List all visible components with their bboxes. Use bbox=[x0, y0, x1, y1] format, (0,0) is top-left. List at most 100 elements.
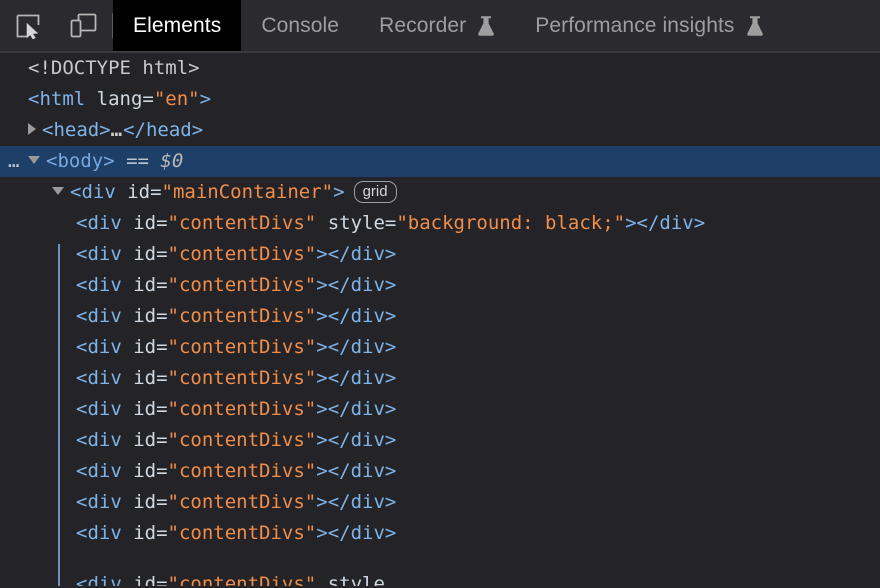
dom-attr-value[interactable]: "contentDivs" bbox=[168, 212, 317, 234]
dom-tag-open: <div bbox=[76, 429, 134, 451]
dom-tag-close: ></div> bbox=[316, 398, 397, 420]
flask-icon bbox=[746, 15, 764, 37]
tab-elements[interactable]: Elements bbox=[113, 0, 242, 51]
dom-tag-close: ></div> bbox=[316, 243, 397, 265]
dom-attr-value[interactable]: "contentDivs" bbox=[168, 573, 317, 586]
dom-attr-value[interactable]: "contentDivs" bbox=[168, 522, 317, 544]
dom-tag-close: </head> bbox=[123, 119, 204, 141]
dom-tag-close: ></div> bbox=[316, 491, 397, 513]
device-toolbar-button[interactable] bbox=[56, 0, 112, 51]
dom-tag-open: <div bbox=[76, 398, 134, 420]
dom-attr-value[interactable]: "contentDivs" bbox=[168, 243, 317, 265]
flask-icon bbox=[477, 15, 495, 37]
dom-attr-value[interactable]: "contentDivs" bbox=[168, 429, 317, 451]
dom-tag-open: <div bbox=[76, 460, 134, 482]
dom-node-row[interactable]: <div id="contentDivs"></div> bbox=[0, 239, 880, 270]
collapse-triangle-icon[interactable] bbox=[52, 186, 64, 195]
dom-attr-name: lang= bbox=[96, 88, 154, 110]
dom-tag-close: ></div> bbox=[316, 305, 397, 327]
dom-tag-close: ></div> bbox=[625, 212, 706, 234]
dom-node-row[interactable]: <div id="contentDivs"></div> bbox=[0, 270, 880, 301]
dom-tag-body: <body> bbox=[46, 150, 115, 172]
dom-node-row[interactable]: <html lang="en"> bbox=[0, 84, 880, 115]
dom-attr-name: id= bbox=[133, 274, 168, 296]
dom-node-row-selected[interactable]: … <body> == $0 bbox=[0, 146, 880, 177]
node-overflow-menu-icon[interactable]: … bbox=[8, 146, 20, 177]
collapse-triangle-icon[interactable] bbox=[28, 155, 40, 164]
dom-node-row[interactable]: <div id="contentDivs"></div> bbox=[0, 301, 880, 332]
dom-attr-value[interactable]: "contentDivs" bbox=[168, 460, 317, 482]
dom-attr-name: id= bbox=[133, 491, 168, 513]
dom-node-row[interactable]: <div id="contentDivs"></div> bbox=[0, 363, 880, 394]
dom-tag-open: <div bbox=[76, 274, 134, 296]
dom-attr-value[interactable]: "contentDivs" bbox=[168, 305, 317, 327]
dom-node-row[interactable]: <head>…</head> bbox=[0, 115, 880, 146]
tab-elements-label: Elements bbox=[133, 13, 222, 37]
dom-node-row[interactable]: <div id="mainContainer"> grid bbox=[0, 177, 880, 208]
dom-node-row[interactable]: <div id="contentDivs" style bbox=[0, 569, 880, 586]
tab-recorder[interactable]: Recorder bbox=[359, 0, 515, 51]
dom-attr-name: id= bbox=[133, 429, 168, 451]
dom-tag-close: > bbox=[199, 88, 212, 110]
dom-node-row[interactable]: <div id="contentDivs"></div> bbox=[0, 332, 880, 363]
expand-triangle-icon[interactable] bbox=[28, 122, 36, 135]
dom-attr-value[interactable]: "en" bbox=[154, 88, 200, 110]
tab-performance-insights-label: Performance insights bbox=[535, 13, 735, 37]
devtools-toolbar: Elements Console Recorder Performance in… bbox=[0, 0, 880, 53]
dom-tag-open: <div bbox=[76, 212, 134, 234]
dom-tag-close: > bbox=[333, 181, 345, 203]
dom-attr-name: id= bbox=[133, 460, 168, 482]
dom-attr-value[interactable]: "mainContainer" bbox=[162, 181, 334, 203]
dom-tag-open: <head> bbox=[42, 119, 111, 141]
inspect-element-icon bbox=[16, 14, 40, 39]
dom-node-row[interactable]: <div id="contentDivs" style="background:… bbox=[0, 208, 880, 239]
dom-attr-name: id= bbox=[133, 367, 168, 389]
dom-tag-close: ></div> bbox=[316, 274, 397, 296]
dom-attr-value[interactable]: "contentDivs" bbox=[168, 398, 317, 420]
dom-attr-value[interactable]: "contentDivs" bbox=[168, 367, 317, 389]
dom-tag-open: <div bbox=[76, 522, 134, 544]
dom-tag-open: <div bbox=[76, 243, 134, 265]
grid-badge[interactable]: grid bbox=[353, 180, 397, 203]
dom-attr-value-style[interactable]: "background: black;" bbox=[396, 212, 625, 234]
dom-attr-name: id= bbox=[127, 181, 162, 203]
dom-attr-name-style: style bbox=[316, 573, 385, 586]
device-toolbar-icon bbox=[70, 13, 97, 37]
clipped-row-container: <div id="contentDivs" style bbox=[0, 569, 880, 586]
dom-attr-name: id= bbox=[133, 573, 168, 586]
dom-node-row[interactable]: <div id="contentDivs"></div> bbox=[0, 394, 880, 425]
dom-tag-open: <div bbox=[70, 181, 128, 203]
dom-attr-name: id= bbox=[133, 522, 168, 544]
dom-tag-close: ></div> bbox=[316, 429, 397, 451]
tab-performance-insights[interactable]: Performance insights bbox=[515, 0, 783, 51]
dom-tag-close: ></div> bbox=[316, 367, 397, 389]
dom-tag-close: ></div> bbox=[316, 522, 397, 544]
dom-tag-open: <div bbox=[76, 305, 134, 327]
dom-node-row[interactable]: <div id="contentDivs"></div> bbox=[0, 425, 880, 456]
dom-tag-close: ></div> bbox=[316, 336, 397, 358]
tab-recorder-label: Recorder bbox=[379, 13, 467, 37]
tab-console[interactable]: Console bbox=[241, 0, 359, 51]
dom-attr-name-style: style= bbox=[316, 212, 397, 234]
devtools-window: Elements Console Recorder Performance in… bbox=[0, 0, 880, 588]
dom-attr-name: id= bbox=[133, 243, 168, 265]
dom-attr-value[interactable]: "contentDivs" bbox=[168, 491, 317, 513]
dom-tag-open: <div bbox=[76, 491, 134, 513]
dom-tree-panel[interactable]: <!DOCTYPE html> <html lang="en"> <head>…… bbox=[0, 53, 880, 586]
dom-tag-close: ></div> bbox=[316, 460, 397, 482]
collapsed-children-ellipsis[interactable]: … bbox=[111, 119, 123, 141]
console-reference: $0 bbox=[160, 150, 184, 172]
dom-node-text: <!DOCTYPE html> bbox=[28, 57, 200, 79]
dom-attr-value[interactable]: "contentDivs" bbox=[168, 274, 317, 296]
inspect-element-button[interactable] bbox=[0, 0, 56, 51]
dom-node-row[interactable]: <div id="contentDivs"></div> bbox=[0, 518, 880, 549]
dom-attr-value[interactable]: "contentDivs" bbox=[168, 336, 317, 358]
dom-node-row[interactable]: <!DOCTYPE html> bbox=[0, 53, 880, 84]
dom-node-row[interactable]: <div id="contentDivs"></div> bbox=[0, 487, 880, 518]
dom-attr-name: id= bbox=[133, 212, 168, 234]
dom-node-row[interactable]: <div id="contentDivs"></div> bbox=[0, 456, 880, 487]
dom-attr-name: id= bbox=[133, 398, 168, 420]
dom-attr-name: id= bbox=[133, 336, 168, 358]
dom-tag-open: <div bbox=[76, 367, 134, 389]
dom-attr-name: id= bbox=[133, 305, 168, 327]
